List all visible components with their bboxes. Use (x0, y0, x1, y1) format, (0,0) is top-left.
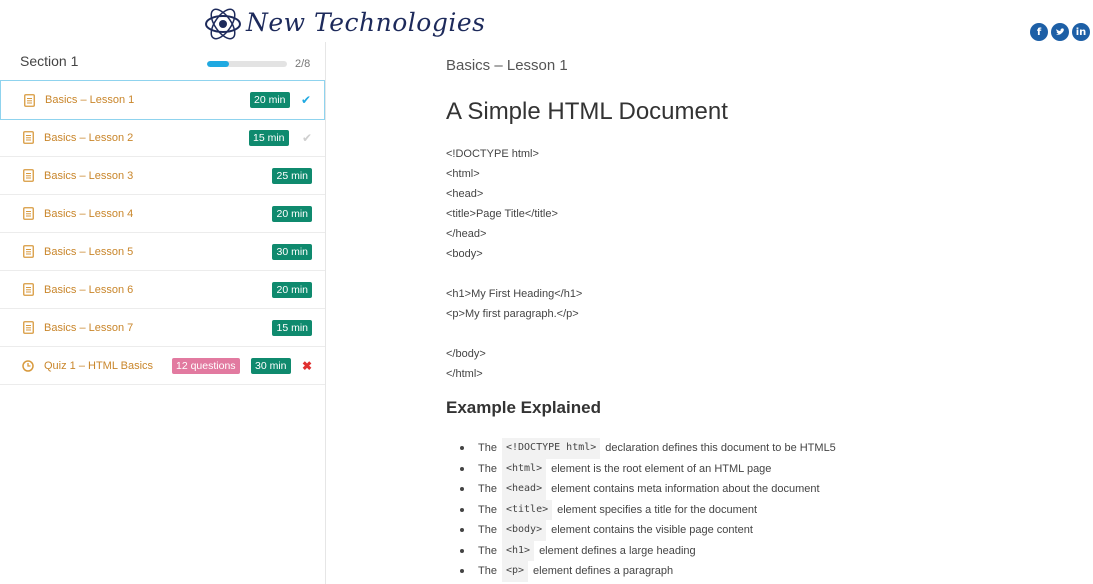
lesson-label: Basics – Lesson 3 (44, 169, 134, 182)
document-icon (22, 245, 34, 258)
duration-badge: 30 min (251, 358, 291, 374)
quiz-label: Quiz 1 – HTML Basics (44, 359, 154, 372)
list-item: The <title> element specifies a title for … (460, 499, 836, 520)
code-line: <p>My first paragraph.</p> (446, 308, 579, 320)
code-line: <title>Page Title</title> (446, 208, 558, 220)
brand-logo[interactable]: New Technologies (204, 2, 485, 42)
page: New Technologies f in Section 1 2/8 Basi… (0, 0, 1093, 584)
bullet-icon (460, 548, 464, 553)
progress-fill (207, 61, 230, 67)
list-item: The <p> element defines a paragraph (460, 561, 836, 582)
bullet-icon (460, 569, 464, 574)
progress-bar (207, 61, 287, 67)
code-line: </body> (446, 348, 486, 360)
lesson-item[interactable]: Basics – Lesson 7 15 min (0, 309, 325, 347)
course-sidebar: Section 1 2/8 Basics – Lesson 1 20 min ✔… (0, 42, 326, 584)
list-item: The <head> element contains meta informati… (460, 479, 836, 500)
list-item: The <body> element contains the visible pa… (460, 520, 836, 541)
code-keyword: <head> (501, 479, 547, 500)
list-item: The <h1> element defines a large heading (460, 540, 836, 561)
document-icon (22, 169, 34, 182)
code-keyword: <title> (501, 499, 553, 520)
code-line: <!DOCTYPE html> (446, 148, 539, 160)
duration-badge: 15 min (249, 130, 289, 146)
code-keyword: <body> (501, 520, 547, 541)
duration-badge: 20 min (250, 92, 290, 108)
bullet-icon (460, 466, 464, 471)
progress-count: 2/8 (295, 58, 311, 70)
code-keyword: <p> (501, 561, 529, 582)
duration-badge: 20 min (272, 282, 312, 298)
bullet-icon (460, 487, 464, 492)
failed-x-icon: ✖ (301, 359, 312, 373)
lesson-label: Basics – Lesson 7 (44, 321, 134, 334)
bullet-icon (460, 528, 464, 533)
code-line: <html> (446, 168, 480, 180)
lesson-label: Basics – Lesson 4 (44, 207, 134, 220)
social-links: f in (1030, 23, 1090, 41)
code-line: </html> (446, 368, 483, 380)
document-icon (23, 93, 35, 107)
document-icon (22, 321, 34, 334)
completed-check-icon: ✔ (300, 93, 311, 107)
code-line: <h1>My First Heading</h1> (446, 288, 583, 300)
explanation-list: The <!DOCTYPE html> declaration defines th… (460, 438, 836, 582)
lesson-item[interactable]: Basics – Lesson 5 30 min (0, 233, 325, 271)
bullet-icon (460, 507, 464, 512)
document-icon (22, 207, 34, 220)
code-keyword: <!DOCTYPE html> (501, 438, 601, 459)
breadcrumb: Basics – Lesson 1 (446, 57, 568, 74)
section-progress: 2/8 (207, 58, 310, 70)
lesson-label: Basics – Lesson 5 (44, 245, 134, 258)
duration-badge: 20 min (272, 206, 312, 222)
code-line: <head> (446, 188, 484, 200)
document-icon (22, 283, 34, 296)
lesson-item[interactable]: Basics – Lesson 6 20 min (0, 271, 325, 309)
lesson-item[interactable]: Basics – Lesson 2 15 min ✔ (0, 119, 325, 157)
code-keyword: <html> (501, 458, 547, 479)
lesson-item[interactable]: Basics – Lesson 3 25 min (0, 157, 325, 195)
code-line: <body> (446, 248, 483, 260)
facebook-icon[interactable]: f (1030, 23, 1048, 41)
section-subtitle: Example Explained (446, 398, 601, 417)
clock-icon (22, 359, 34, 372)
bullet-icon (460, 446, 464, 451)
list-item: The <html> element is the root element of … (460, 458, 836, 479)
page-title: A Simple HTML Document (446, 98, 728, 125)
section-title: Section 1 (20, 53, 79, 69)
code-line: </head> (446, 228, 487, 240)
section-header[interactable]: Section 1 2/8 (0, 42, 325, 80)
lesson-item[interactable]: Basics – Lesson 4 20 min (0, 195, 325, 233)
lesson-label: Basics – Lesson 2 (44, 131, 134, 144)
duration-badge: 15 min (272, 320, 312, 336)
list-item: The <!DOCTYPE html> declaration defines th… (460, 438, 836, 459)
twitter-icon[interactable] (1051, 23, 1069, 41)
linkedin-icon[interactable]: in (1072, 23, 1090, 41)
lesson-item[interactable]: Basics – Lesson 1 20 min ✔ (0, 80, 325, 120)
check-icon: ✔ (301, 131, 312, 145)
quiz-item[interactable]: Quiz 1 – HTML Basics 12 questions 30 min… (0, 347, 325, 385)
code-example: <!DOCTYPE html> <html> <head> <title>Page T… (446, 144, 582, 384)
brand-name: New Technologies (246, 7, 486, 37)
document-icon (22, 131, 34, 144)
questions-badge: 12 questions (172, 358, 240, 374)
lesson-label: Basics – Lesson 6 (44, 283, 134, 296)
duration-badge: 30 min (272, 244, 312, 260)
duration-badge: 25 min (272, 168, 312, 184)
code-keyword: <h1> (501, 540, 535, 561)
lesson-label: Basics – Lesson 1 (45, 94, 135, 106)
atom-logo-icon (205, 8, 241, 40)
